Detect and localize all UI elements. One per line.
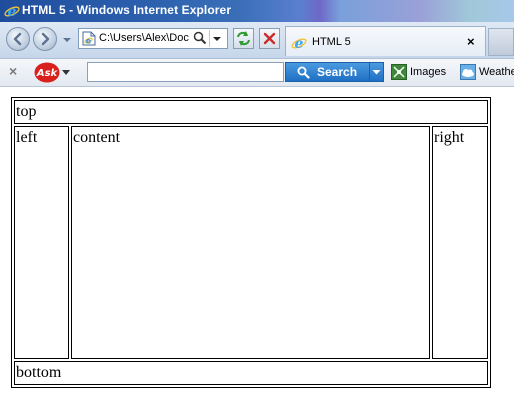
ie-icon: e: [4, 3, 20, 20]
weather-label: Weathe: [479, 66, 514, 78]
svg-text:Ask: Ask: [36, 68, 59, 79]
bottom-cell: bottom: [14, 361, 488, 385]
search-icon: [297, 66, 310, 79]
close-tab-button[interactable]: ×: [467, 35, 475, 49]
address-bar[interactable]: e C:\Users\Alex\Doc: [78, 28, 228, 49]
left-cell: left: [14, 126, 69, 359]
address-dropdown[interactable]: [209, 30, 225, 47]
layout-table: top left content right bottom: [11, 97, 491, 388]
ask-toolbar: × Ask Search Images Weathe: [0, 59, 514, 87]
tab-html5[interactable]: e HTML 5 ×: [285, 26, 486, 56]
right-cell: right: [432, 126, 488, 359]
chevron-down-icon[interactable]: [62, 70, 70, 76]
back-arrow-icon: [13, 32, 22, 46]
recent-pages-dropdown[interactable]: [62, 35, 72, 45]
search-button-label: Search: [317, 65, 358, 79]
navigation-bar: e C:\Users\Alex\Doc e HTML 5 ×: [0, 22, 514, 59]
weather-icon: [460, 64, 476, 80]
forward-arrow-icon: [41, 32, 50, 46]
forward-button[interactable]: [33, 27, 57, 51]
page-icon: e: [82, 31, 96, 46]
tab-label: HTML 5: [312, 36, 351, 48]
address-text: C:\Users\Alex\Doc: [99, 32, 189, 44]
ie-icon: e: [291, 36, 307, 51]
new-tab-button[interactable]: [488, 28, 514, 56]
chevron-down-icon: [213, 37, 221, 41]
weather-button[interactable]: Weathe: [460, 64, 514, 81]
close-toolbar-button[interactable]: ×: [9, 64, 17, 78]
title-bar: e HTML 5 - Windows Internet Explorer: [0, 0, 514, 22]
search-options-dropdown[interactable]: [369, 62, 384, 82]
svg-text:e: e: [86, 37, 92, 46]
svg-text:e: e: [295, 36, 304, 51]
window-title: HTML 5 - Windows Internet Explorer: [22, 3, 232, 17]
ask-logo-icon[interactable]: Ask: [34, 62, 60, 83]
refresh-button[interactable]: [233, 28, 254, 49]
page-viewport: top left content right bottom: [0, 87, 514, 403]
search-icon[interactable]: [193, 31, 207, 45]
top-cell: top: [14, 100, 488, 124]
stop-button[interactable]: [259, 28, 280, 49]
browser-window: e HTML 5 - Windows Internet Explorer e C…: [0, 0, 514, 403]
chevron-down-icon: [372, 70, 381, 75]
search-button[interactable]: Search: [285, 62, 370, 82]
svg-text:e: e: [8, 4, 17, 19]
back-button[interactable]: [6, 27, 30, 51]
content-cell: content: [71, 126, 430, 359]
refresh-icon: [237, 31, 250, 46]
images-icon: [391, 64, 407, 80]
ask-search-input[interactable]: [87, 62, 284, 82]
stop-icon: [263, 32, 276, 45]
images-label: Images: [410, 66, 447, 78]
